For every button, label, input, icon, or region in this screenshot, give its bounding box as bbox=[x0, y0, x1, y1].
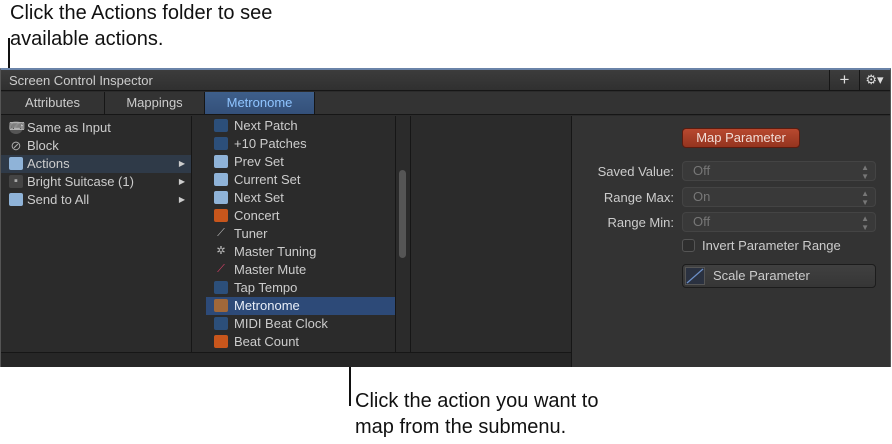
metronome-icon bbox=[214, 299, 228, 312]
gear-menu-button[interactable]: ⚙▾ bbox=[859, 70, 889, 91]
callout-bottom: Click the action you want to map from the… bbox=[355, 388, 598, 440]
add-button[interactable]: + bbox=[829, 70, 859, 91]
device-icon: ▪ bbox=[9, 175, 23, 188]
scale-curve-icon bbox=[685, 267, 705, 285]
callout-text: Click the Actions folder to see bbox=[10, 2, 273, 24]
item-label: Prev Set bbox=[234, 154, 284, 169]
callout-text: map from the submenu. bbox=[355, 416, 567, 438]
invert-range-label: Invert Parameter Range bbox=[702, 238, 841, 253]
item-label: Metronome bbox=[234, 298, 300, 313]
action-item-tap-tempo[interactable]: Tap Tempo bbox=[206, 279, 395, 297]
item-label: Tuner bbox=[234, 226, 268, 241]
item-label: Next Set bbox=[234, 190, 284, 205]
item-label: Current Set bbox=[234, 172, 301, 187]
item-label: Actions bbox=[27, 156, 70, 171]
item-label: +10 Patches bbox=[234, 136, 307, 151]
item-label: Beat Count bbox=[234, 334, 300, 349]
action-item-midi-beat-clock[interactable]: MIDI Beat Clock bbox=[206, 315, 395, 333]
item-label: Master Tuning bbox=[234, 244, 317, 259]
tab-metronome[interactable]: Metronome bbox=[205, 92, 315, 114]
current-set-icon bbox=[214, 173, 228, 186]
screen-control-inspector: Screen Control Inspector + ⚙▾ Attributes… bbox=[0, 68, 891, 367]
plus-ten-patches-icon bbox=[214, 137, 228, 150]
midi-beat-clock-icon bbox=[214, 317, 228, 330]
action-item-prev-set[interactable]: Prev Set bbox=[206, 153, 395, 171]
action-item-tuner[interactable]: ⟋ Tuner bbox=[206, 225, 395, 243]
range-min-label: Range Min: bbox=[607, 215, 674, 230]
range-min-value: Off bbox=[693, 214, 711, 229]
invert-range-checkbox[interactable] bbox=[682, 239, 695, 252]
inspector-title: Screen Control Inspector bbox=[1, 70, 890, 91]
item-label: Block bbox=[27, 138, 59, 153]
folder-icon bbox=[9, 157, 23, 170]
item-label: Next Patch bbox=[234, 118, 298, 133]
scrollbar-thumb[interactable] bbox=[399, 170, 406, 258]
tap-tempo-icon bbox=[214, 281, 228, 294]
saved-value: Off bbox=[693, 163, 711, 178]
stepper-icon: ▲ ▼ bbox=[861, 189, 869, 207]
scale-parameter-label: Scale Parameter bbox=[713, 268, 810, 283]
item-label: Send to All bbox=[27, 192, 90, 207]
action-item-master-tuning[interactable]: ✲ Master Tuning bbox=[206, 243, 395, 261]
next-patch-icon bbox=[214, 119, 228, 132]
callout-text: available actions. bbox=[10, 28, 164, 50]
callout-top: Click the Actions folder to see available… bbox=[10, 0, 272, 52]
item-label: Bright Suitcase (1) bbox=[27, 174, 134, 189]
parameter-panel: Map Parameter Saved Value: Off ▲ ▼ Range M… bbox=[571, 116, 890, 367]
range-max-label: Range Max: bbox=[603, 190, 674, 205]
range-max-value: On bbox=[693, 189, 711, 204]
folder-midi-icon bbox=[9, 193, 23, 206]
prev-set-icon bbox=[214, 155, 228, 168]
action-item-master-mute[interactable]: ⟋ Master Mute bbox=[206, 261, 395, 279]
action-item-current-set[interactable]: Current Set bbox=[206, 171, 395, 189]
concert-icon bbox=[214, 209, 228, 222]
tab-mappings[interactable]: Mappings bbox=[105, 92, 205, 114]
submenu-arrow-icon: ▶ bbox=[178, 159, 185, 168]
stepper-icon: ▲ ▼ bbox=[861, 214, 869, 232]
saved-value-label: Saved Value: bbox=[597, 164, 674, 179]
beat-count-icon bbox=[214, 335, 228, 348]
scrollbar-track[interactable] bbox=[396, 116, 411, 352]
action-item-concert[interactable]: Concert bbox=[206, 207, 395, 225]
next-set-icon bbox=[214, 191, 228, 204]
tuner-icon: ⟋ bbox=[217, 227, 225, 239]
tab-attributes[interactable]: Attributes bbox=[1, 92, 105, 114]
item-label: MIDI Beat Clock bbox=[234, 316, 328, 331]
scale-parameter-button[interactable]: Scale Parameter bbox=[682, 264, 876, 288]
range-max-select[interactable]: On ▲ ▼ bbox=[682, 187, 876, 207]
action-item--10-patches[interactable]: +10 Patches bbox=[206, 135, 395, 153]
list-item-send-to-all[interactable]: Send to All ▶ bbox=[1, 191, 191, 209]
stepper-icon: ▲ ▼ bbox=[861, 163, 869, 181]
list-item-actions[interactable]: Actions ▶ bbox=[1, 155, 191, 173]
status-bar bbox=[1, 352, 571, 367]
action-item-next-set[interactable]: Next Set bbox=[206, 189, 395, 207]
range-min-select[interactable]: Off ▲ ▼ bbox=[682, 212, 876, 232]
submenu-arrow-icon: ▶ bbox=[178, 177, 185, 186]
actions-submenu: Next Patch +10 Patches Prev Set Current Set… bbox=[192, 116, 396, 352]
saved-value-select[interactable]: Off ▲ ▼ bbox=[682, 161, 876, 181]
action-item-next-patch[interactable]: Next Patch bbox=[206, 117, 395, 135]
item-label: Tap Tempo bbox=[234, 280, 298, 295]
callout-text: Click the action you want to bbox=[355, 390, 599, 412]
master-tuning-icon: ✲ bbox=[216, 245, 226, 257]
keyboard-icon: ⌨ bbox=[9, 121, 25, 134]
tab-bar: Attributes Mappings Metronome bbox=[1, 92, 890, 115]
block-icon: ⊘ bbox=[10, 138, 22, 153]
master-mute-icon: ⟋ bbox=[217, 263, 225, 275]
map-parameter-button[interactable]: Map Parameter bbox=[682, 128, 800, 148]
item-label: Master Mute bbox=[234, 262, 307, 277]
list-item-bright-suitcase-1[interactable]: ▪ Bright Suitcase (1) ▶ bbox=[1, 173, 191, 191]
item-label: Concert bbox=[234, 208, 280, 223]
action-item-metronome[interactable]: Metronome bbox=[206, 297, 395, 315]
submenu-arrow-icon: ▶ bbox=[178, 195, 185, 204]
item-label: Same as Input bbox=[27, 120, 111, 135]
list-item-same-as-input[interactable]: ⌨ Same as Input bbox=[1, 119, 191, 137]
list-item-block[interactable]: ⊘ Block bbox=[1, 137, 191, 155]
mapping-list: ⌨ Same as Input ⊘ Block Actions ▶ ▪ Bright Suit… bbox=[1, 116, 192, 352]
action-item-beat-count[interactable]: Beat Count bbox=[206, 333, 395, 351]
